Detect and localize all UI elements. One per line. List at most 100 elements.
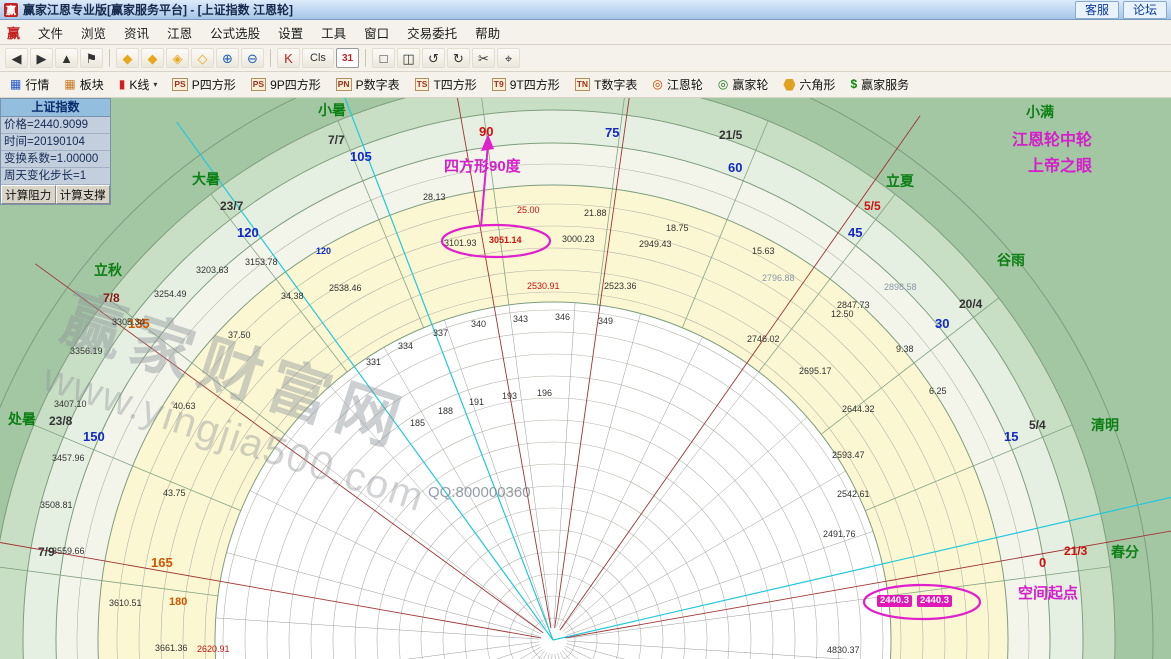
side-panel: 上证指数 价格=2440.9099时间=20190104变换系数=1.00000… (0, 98, 111, 205)
kline-dropdown-icon: ▾ (153, 80, 157, 89)
menu-items: 文件浏览资讯江恩公式选股设置工具窗口交易委托帮助 (29, 21, 509, 44)
toolbar-separator (270, 49, 271, 67)
menu-item-6[interactable]: 工具 (312, 21, 355, 44)
panel-buttons: 计算阻力计算支撑 (1, 185, 110, 204)
zoom-in-icon[interactable]: ⊕ (216, 48, 239, 68)
9t-square-label: 9T四方形 (510, 76, 560, 93)
menu-item-4[interactable]: 公式选股 (201, 21, 269, 44)
annotation-space-origin: 空间起点 (1018, 586, 1078, 603)
window-title: 赢家江恩专业版[赢家服务平台] - [上证指数 江恩轮] (23, 1, 1071, 18)
forward-icon[interactable]: ▶ (30, 48, 53, 68)
feature-winner-wheel[interactable]: ◎ 赢家轮 (713, 74, 774, 95)
feature-9p-square[interactable]: PS 9P四方形 (246, 74, 326, 95)
diamond-tool-1-icon[interactable]: ◆ (116, 48, 139, 68)
flag-icon[interactable]: ⚑ (80, 48, 103, 68)
feature-gann-wheel[interactable]: ◎ 江恩轮 (647, 74, 708, 95)
diamond-tool-3-icon[interactable]: ◈ (166, 48, 189, 68)
quotes-icon: ▦ (10, 78, 21, 91)
kline-icon: ▮ (119, 78, 126, 91)
p-square-label: P四方形 (192, 76, 236, 93)
diamond-tool-4-icon[interactable]: ◇ (191, 48, 214, 68)
cursor-icon[interactable]: ▲ (55, 48, 78, 68)
feature-9t-square[interactable]: T9 9T四方形 (487, 74, 565, 95)
rect-tool-icon[interactable]: □ (372, 48, 395, 68)
target-icon[interactable]: ⌖ (497, 48, 520, 68)
feature-p-square[interactable]: PS P四方形 (167, 74, 240, 95)
p-number-table-icon: PN (336, 78, 352, 91)
forum-button[interactable]: 论坛 (1123, 1, 1167, 19)
winner-wheel-icon: ◎ (718, 78, 728, 91)
panel-button-0[interactable]: 计算阻力 (1, 185, 56, 204)
panel-row-2: 变换系数=1.00000 (1, 151, 110, 168)
winner-service-label: 赢家服务 (861, 76, 909, 93)
panel-row-3: 周天变化步长=1 (1, 168, 110, 185)
9t-square-icon: T9 (492, 78, 506, 91)
feature-winner-service[interactable]: $ 赢家服务 (845, 74, 914, 95)
panel-rows: 价格=2440.9099时间=20190104变换系数=1.00000周天变化步… (1, 117, 110, 185)
t-square-icon: TS (415, 78, 430, 91)
hexagon-label: 六角形 (799, 76, 835, 93)
menu-logo-icon: 赢 (7, 23, 20, 42)
gann-wheel-label: 江恩轮 (667, 76, 703, 93)
cls-button[interactable]: Cls (302, 48, 334, 68)
title-bar: 赢 赢家江恩专业版[赢家服务平台] - [上证指数 江恩轮] 客服 论坛 (0, 0, 1171, 20)
menu-item-9[interactable]: 帮助 (466, 21, 509, 44)
gann-wheel-icon: ◎ (652, 78, 662, 91)
t-number-table-label: T数字表 (594, 76, 637, 93)
sectors-label: 板块 (80, 76, 104, 93)
customer-service-button[interactable]: 客服 (1075, 1, 1119, 19)
t-number-table-icon: TN (575, 78, 590, 91)
origin-price-chip-1: 2440.3 (917, 595, 952, 607)
p-number-table-label: P数字表 (356, 76, 400, 93)
menu-item-5[interactable]: 设置 (269, 21, 312, 44)
panel-title: 上证指数 (1, 99, 110, 117)
quotes-label: 行情 (25, 76, 49, 93)
diamond-tool-2-icon[interactable]: ◆ (141, 48, 164, 68)
chart-area: 赢家财富网 www.yingjia500.com QQ:800000360 小暑… (0, 98, 1171, 659)
menu-item-0[interactable]: 文件 (29, 21, 72, 44)
calendar-icon[interactable]: 31 (336, 48, 359, 68)
winner-wheel-label: 赢家轮 (732, 76, 768, 93)
feature-kline[interactable]: ▮K线 ▾ (114, 74, 163, 95)
winner-service-icon: $ (850, 78, 857, 91)
panel-row-0: 价格=2440.9099 (1, 117, 110, 134)
kline-label: K线 (129, 76, 149, 93)
panel-button-1[interactable]: 计算支撑 (56, 185, 111, 204)
origin-price-chip-0: 2440.3 (877, 595, 912, 607)
feature-p-number-table[interactable]: PN P数字表 (331, 74, 405, 95)
cut-icon[interactable]: ✂ (472, 48, 495, 68)
menu-item-1[interactable]: 浏览 (72, 21, 115, 44)
gann-wheel (0, 98, 1171, 659)
back-icon[interactable]: ◀ (5, 48, 28, 68)
feature-quotes[interactable]: ▦ 行情 (5, 74, 54, 95)
toolbar-separator (109, 49, 110, 67)
menu-item-2[interactable]: 资讯 (115, 21, 158, 44)
menu-item-3[interactable]: 江恩 (158, 21, 201, 44)
menu-item-7[interactable]: 窗口 (355, 21, 398, 44)
9p-square-label: 9P四方形 (270, 76, 321, 93)
toolbar-separator (365, 49, 366, 67)
kline-icon[interactable]: K (277, 48, 300, 68)
feature-bar: ▦ 行情 ▦ 板块 ▮K线 ▾ PS P四方形 PS 9P四方形 PN P数字表 TST四方形 T9 9T四… (0, 72, 1171, 98)
undo-icon[interactable]: ↺ (422, 48, 445, 68)
feature-t-number-table[interactable]: TN T数字表 (570, 74, 643, 95)
window-tool-icon[interactable]: ◫ (397, 48, 420, 68)
hexagon-icon (783, 79, 795, 91)
p-square-icon: PS (172, 78, 187, 91)
redo-icon[interactable]: ↻ (447, 48, 470, 68)
feature-sectors[interactable]: ▦ 板块 (59, 74, 108, 95)
annotation-wheel-center-line1: 江恩轮中轮 (1012, 132, 1092, 150)
app-icon: 赢 (4, 3, 18, 17)
annotation-wheel-center-line2: 上帝之眼 (1028, 158, 1092, 176)
annotation-square-90: 四方形90度 (444, 159, 521, 176)
zoom-out-icon[interactable]: ⊖ (241, 48, 264, 68)
panel-row-1: 时间=20190104 (1, 134, 110, 151)
menu-item-8[interactable]: 交易委托 (398, 21, 466, 44)
t-square-label: T四方形 (433, 76, 476, 93)
menu-bar: 赢 文件浏览资讯江恩公式选股设置工具窗口交易委托帮助 (0, 20, 1171, 45)
feature-hexagon[interactable]: 六角形 (778, 74, 840, 95)
sectors-icon: ▦ (64, 78, 75, 91)
feature-t-square[interactable]: TST四方形 (410, 74, 482, 95)
toolbar-main: ◀▶▲⚑◆◆◈◇⊕⊖KCls31□◫↺↻✂⌖ (0, 45, 1171, 72)
9p-square-icon: PS (251, 78, 266, 91)
